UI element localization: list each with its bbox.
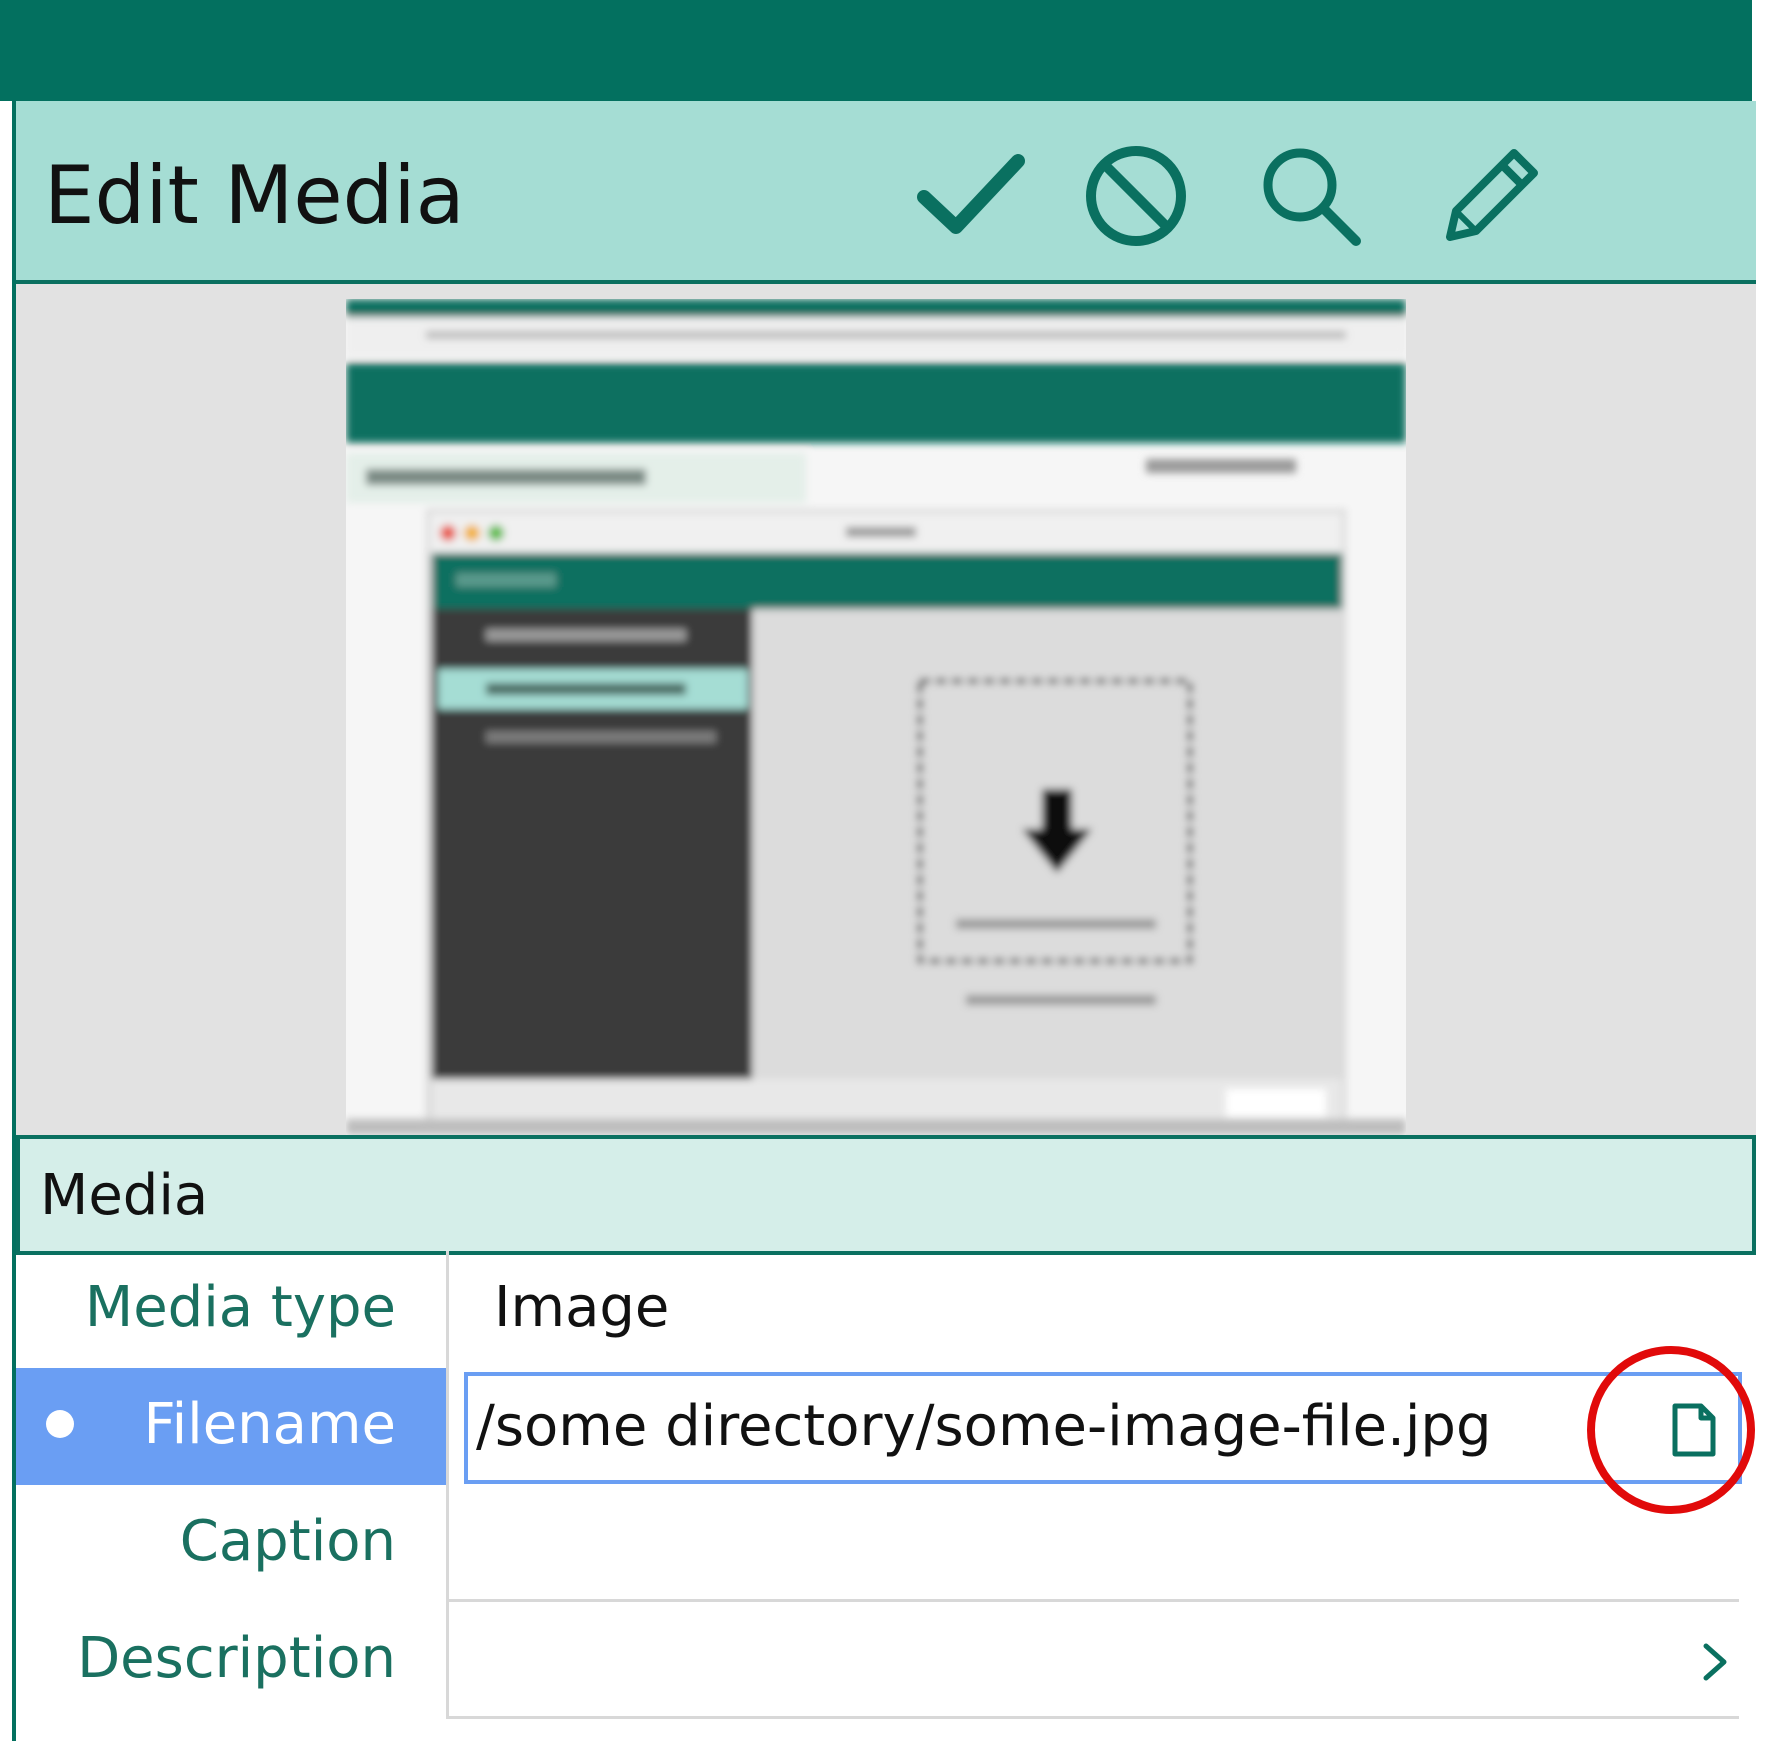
panel-header: Edit Media bbox=[16, 101, 1756, 284]
filename-label: Filename bbox=[143, 1392, 396, 1457]
filename-field[interactable]: /some directory/some-image-file.jpg bbox=[464, 1372, 1742, 1484]
filename-value[interactable]: /some directory/some-image-file.jpg bbox=[476, 1394, 1492, 1459]
page-title: Edit Media bbox=[44, 149, 465, 242]
description-label: Description bbox=[77, 1626, 396, 1691]
search-icon bbox=[1263, 148, 1361, 246]
save-button[interactable] bbox=[906, 131, 1036, 261]
section-title: Media bbox=[40, 1163, 209, 1228]
row-divider bbox=[449, 1716, 1739, 1719]
thumbnail-image bbox=[346, 299, 1406, 1135]
cancel-button[interactable] bbox=[1071, 131, 1201, 261]
media-section-header[interactable]: Media bbox=[16, 1135, 1756, 1255]
column-divider bbox=[446, 1485, 449, 1602]
media-type-row: Media type Image bbox=[16, 1251, 1756, 1368]
browse-file-button[interactable] bbox=[1654, 1390, 1734, 1470]
filename-row[interactable]: Filename /some directory/some-image-file… bbox=[16, 1368, 1756, 1485]
column-divider bbox=[446, 1251, 449, 1368]
prohibit-icon bbox=[1086, 146, 1186, 246]
pencil-icon bbox=[1446, 149, 1538, 241]
description-row[interactable]: Description bbox=[16, 1602, 1756, 1719]
edit-media-panel: Edit Media Media Media type Image Filena… bbox=[12, 101, 1756, 1741]
column-divider bbox=[446, 1368, 449, 1485]
caption-label: Caption bbox=[179, 1509, 396, 1574]
search-button[interactable] bbox=[1246, 131, 1376, 261]
media-type-label: Media type bbox=[84, 1275, 396, 1340]
image-thumbnail bbox=[346, 299, 1406, 1135]
file-icon bbox=[1672, 1403, 1716, 1457]
window-title-bar bbox=[0, 0, 1752, 101]
edit-button[interactable] bbox=[1426, 131, 1556, 261]
column-divider bbox=[446, 1602, 449, 1719]
checkmark-icon bbox=[917, 154, 1025, 234]
caption-row: Caption bbox=[16, 1485, 1756, 1602]
chevron-right-icon[interactable] bbox=[1696, 1632, 1736, 1692]
selection-bullet-icon bbox=[46, 1410, 74, 1438]
media-type-value[interactable]: Image bbox=[494, 1275, 669, 1340]
media-preview-area bbox=[16, 284, 1756, 1135]
